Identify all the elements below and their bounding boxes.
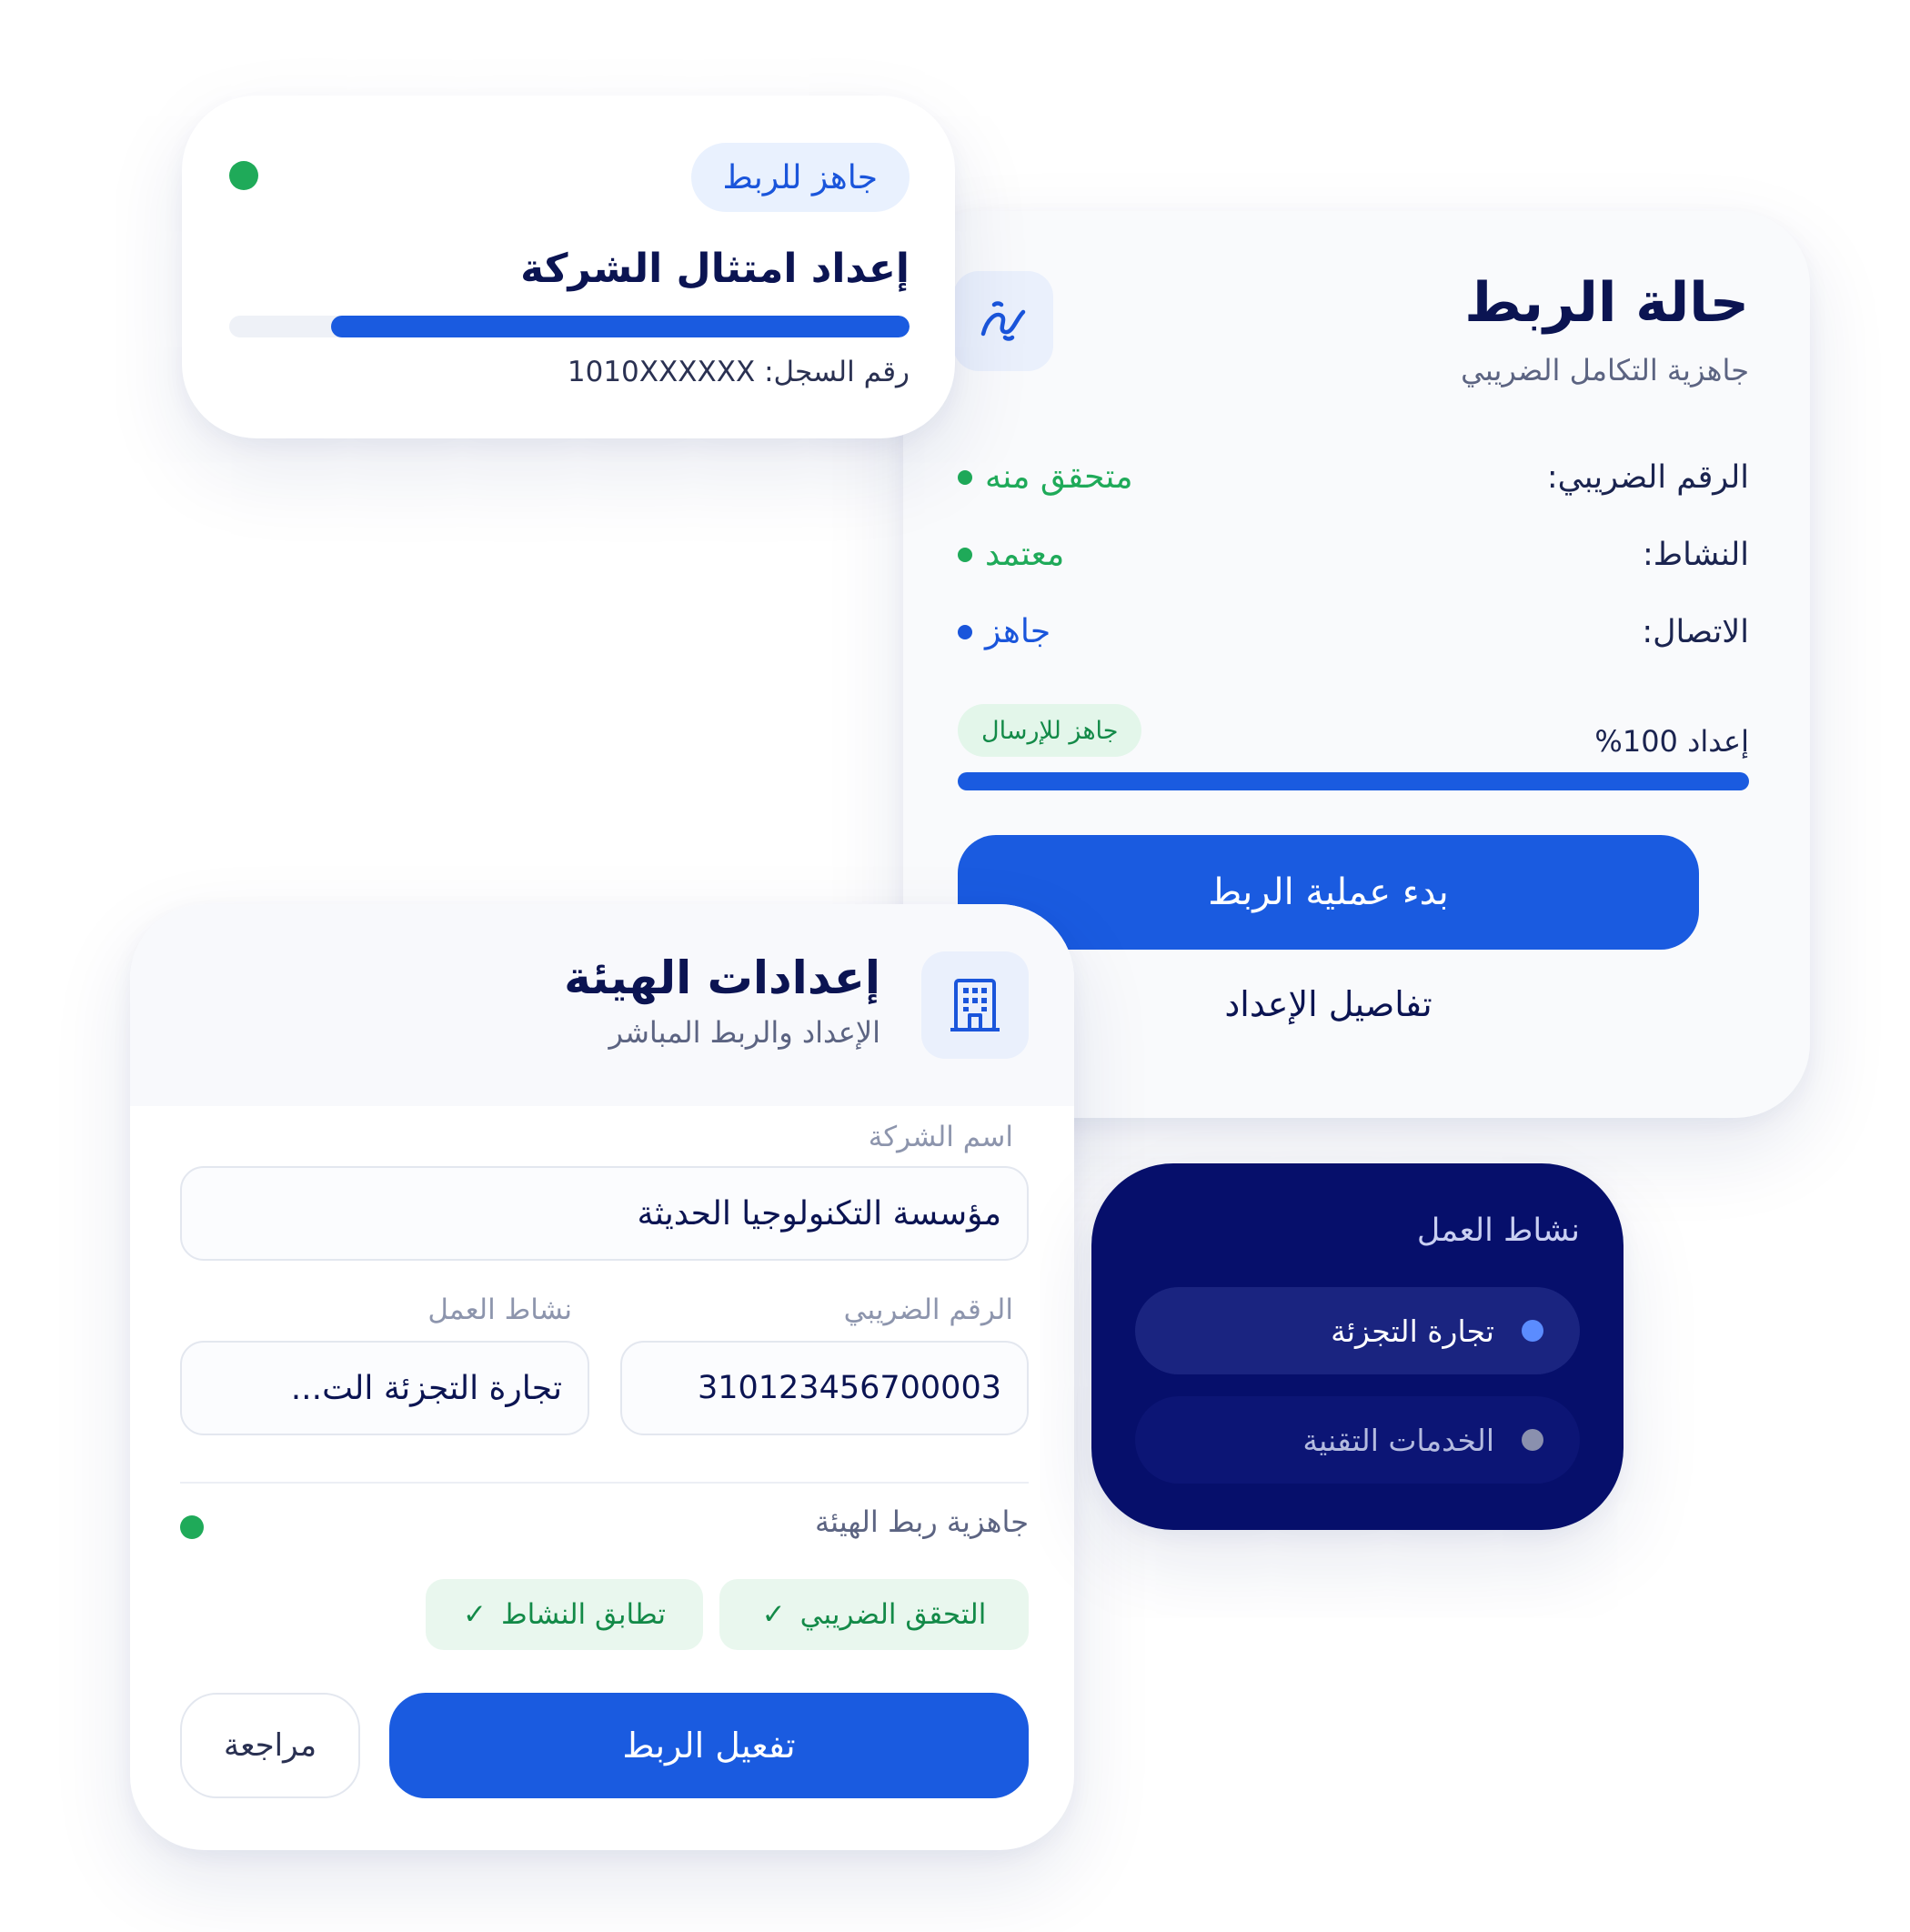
link-icon (980, 301, 1026, 341)
option-tech-services[interactable]: الخدمات التقنية (1135, 1396, 1580, 1484)
setup-progress-label: إعداد 100% (1594, 724, 1749, 759)
status-value-text: متحقق منه (985, 458, 1133, 496)
option-dot (1522, 1429, 1543, 1451)
option-label: تجارة التجزئة (1331, 1313, 1494, 1349)
business-activity-dropdown: نشاط العمل تجارة التجزئة الخدمات التقنية (1091, 1163, 1624, 1530)
status-row-value: متحقق منه (958, 458, 1133, 496)
review-button[interactable]: مراجعة (180, 1693, 360, 1798)
link-status-title: حالة الربط (1464, 271, 1749, 335)
status-row-connection: الاتصال: جاهز (958, 593, 1749, 670)
tax-number-field[interactable]: 310123456700003 (620, 1341, 1029, 1435)
check-icon: ✓ (463, 1598, 487, 1631)
business-activity-label: نشاط العمل (427, 1293, 572, 1326)
status-dot (229, 161, 258, 190)
business-activity-field[interactable]: تجارة التجزئة الت... (180, 1341, 589, 1435)
setup-progress: إعداد 100% جاهز للإرسال (958, 700, 1749, 773)
link-status-subtitle: جاهزية التكامل الضريبي (1461, 353, 1749, 387)
readiness-dot (180, 1515, 204, 1539)
status-row-value: جاهز (958, 613, 1050, 650)
compliance-progress-fill (331, 316, 910, 337)
tax-number-label: الرقم الضريبي (843, 1293, 1013, 1326)
activity-match-check: تطابق النشاط ✓ (426, 1579, 703, 1650)
option-label: الخدمات التقنية (1302, 1422, 1494, 1458)
status-value-text: جاهز (985, 613, 1051, 650)
status-dot (958, 469, 972, 485)
status-dot (958, 547, 972, 562)
option-selected-dot (1522, 1320, 1543, 1342)
authority-title: إعدادات الهيئة (564, 951, 880, 1004)
company-name-label: اسم الشركة (868, 1121, 1013, 1153)
status-row-activity: النشاط: معتمد (958, 516, 1749, 593)
status-row-value: معتمد (958, 536, 1064, 573)
tax-verification-check: التحقق الضريبي ✓ (719, 1579, 1029, 1650)
status-value-text: معتمد (985, 536, 1065, 573)
activate-link-button[interactable]: تفعيل الربط (389, 1693, 1029, 1798)
authority-settings-card: إعدادات الهيئة الإعداد والربط المباشر اس… (130, 904, 1074, 1850)
status-row-label: الرقم الضريبي: (1546, 458, 1749, 496)
status-row-label: الاتصال: (1642, 613, 1749, 650)
building-icon (950, 979, 1000, 1031)
activity-match-label: تطابق النشاط (500, 1598, 667, 1631)
divider (180, 1482, 1029, 1484)
link-icon-tile (953, 271, 1053, 371)
ready-to-send-badge: جاهز للإرسال (958, 704, 1142, 757)
company-name-field[interactable]: مؤسسة التكنولوجيا الحديثة (180, 1166, 1029, 1261)
company-compliance-card: جاهز للربط إعداد امتثال الشركة رقم السجل… (182, 96, 955, 438)
check-icon: ✓ (761, 1598, 786, 1631)
setup-progress-bar (958, 772, 1749, 790)
dropdown-title: نشاط العمل (1416, 1213, 1580, 1249)
registration-number: رقم السجل: 1010XXXXXX (567, 356, 910, 388)
option-retail[interactable]: تجارة التجزئة (1135, 1287, 1580, 1374)
tax-verification-label: التحقق الضريبي (799, 1598, 987, 1631)
compliance-title: إعداد امتثال الشركة (520, 246, 910, 292)
compliance-progress-track (229, 316, 910, 337)
stage: حالة الربط جاهزية التكامل الضريبي الرقم … (0, 0, 1910, 1932)
status-row-label: النشاط: (1643, 536, 1749, 573)
status-dot (958, 624, 972, 639)
ready-to-link-badge: جاهز للربط (690, 143, 910, 212)
building-icon-tile (921, 951, 1029, 1059)
status-row-tax: الرقم الضريبي: متحقق منه (958, 438, 1749, 516)
authority-readiness-label: جاهزية ربط الهيئة (814, 1504, 1029, 1539)
authority-header: إعدادات الهيئة الإعداد والربط المباشر (130, 904, 1074, 1106)
authority-subtitle: الإعداد والربط المباشر (608, 1015, 880, 1050)
status-rows: الرقم الضريبي: متحقق منه النشاط: معتمد ا… (958, 438, 1749, 670)
